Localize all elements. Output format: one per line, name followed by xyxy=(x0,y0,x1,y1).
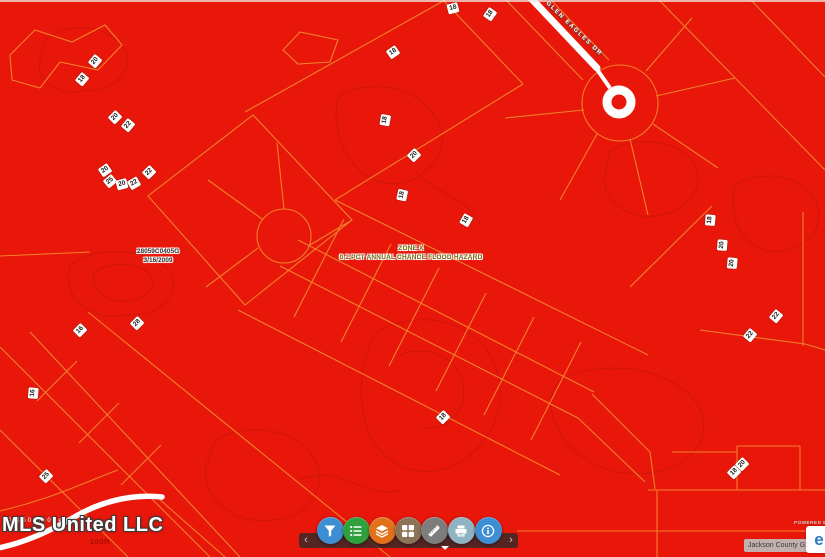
contour-elevation-label: 16 xyxy=(28,387,38,399)
firm-panel-date: 3/16/2009 xyxy=(117,256,199,265)
tool-filter-button[interactable] xyxy=(317,517,344,544)
list-icon xyxy=(349,524,363,538)
toolbar-caret[interactable] xyxy=(441,546,449,550)
esri-logo-letter: e xyxy=(814,531,823,548)
ruler-icon xyxy=(427,524,441,538)
flood-zone-description: 0.2 PCT ANNUAL CHANCE FLOOD HAZARD xyxy=(330,254,492,263)
tool-measure-button[interactable] xyxy=(421,517,448,544)
tool-info-button[interactable] xyxy=(475,517,502,544)
tool-legend-button[interactable] xyxy=(343,517,370,544)
tool-layers-button[interactable] xyxy=(369,517,396,544)
info-icon xyxy=(481,524,495,538)
parcel-map-canvas[interactable] xyxy=(0,0,825,557)
contour-elevation-label: 18 xyxy=(379,114,390,127)
tool-print-button[interactable] xyxy=(448,517,475,544)
filter-icon xyxy=(323,524,337,538)
firm-panel-number: 28059C0405G xyxy=(117,247,199,256)
grid-icon xyxy=(401,524,415,538)
toolbar-next-button[interactable]: › xyxy=(505,533,517,548)
contour-elevation-label: 20 xyxy=(717,239,727,251)
mls-watermark: MLS United LLC xyxy=(2,514,163,537)
scale-bar-meters: 100ft xyxy=(90,537,110,546)
toolbar-prev-button[interactable]: ‹ xyxy=(300,533,312,548)
contour-elevation-label: 18 xyxy=(705,214,715,226)
cul-de-sac xyxy=(607,90,631,114)
top-edge-highlight xyxy=(0,0,825,2)
tool-basemap-button[interactable] xyxy=(395,517,422,544)
flood-zone-label: ZONE X 0.2 PCT ANNUAL CHANCE FLOOD HAZAR… xyxy=(330,245,492,263)
map-viewport[interactable]: 2018202220252022221818181820181818202022… xyxy=(0,0,825,557)
esri-logo[interactable]: e xyxy=(806,526,825,553)
contour-lines xyxy=(39,28,819,521)
powered-by-label: POWERED BY xyxy=(794,520,825,525)
contour-elevation-label: 20 xyxy=(727,257,737,269)
firm-panel-label: 28059C0405G 3/16/2009 xyxy=(117,247,199,265)
layers-icon xyxy=(375,524,389,538)
flood-zone-name: ZONE X xyxy=(330,245,492,254)
parcel-lines xyxy=(0,0,825,557)
printer-icon xyxy=(454,524,468,538)
